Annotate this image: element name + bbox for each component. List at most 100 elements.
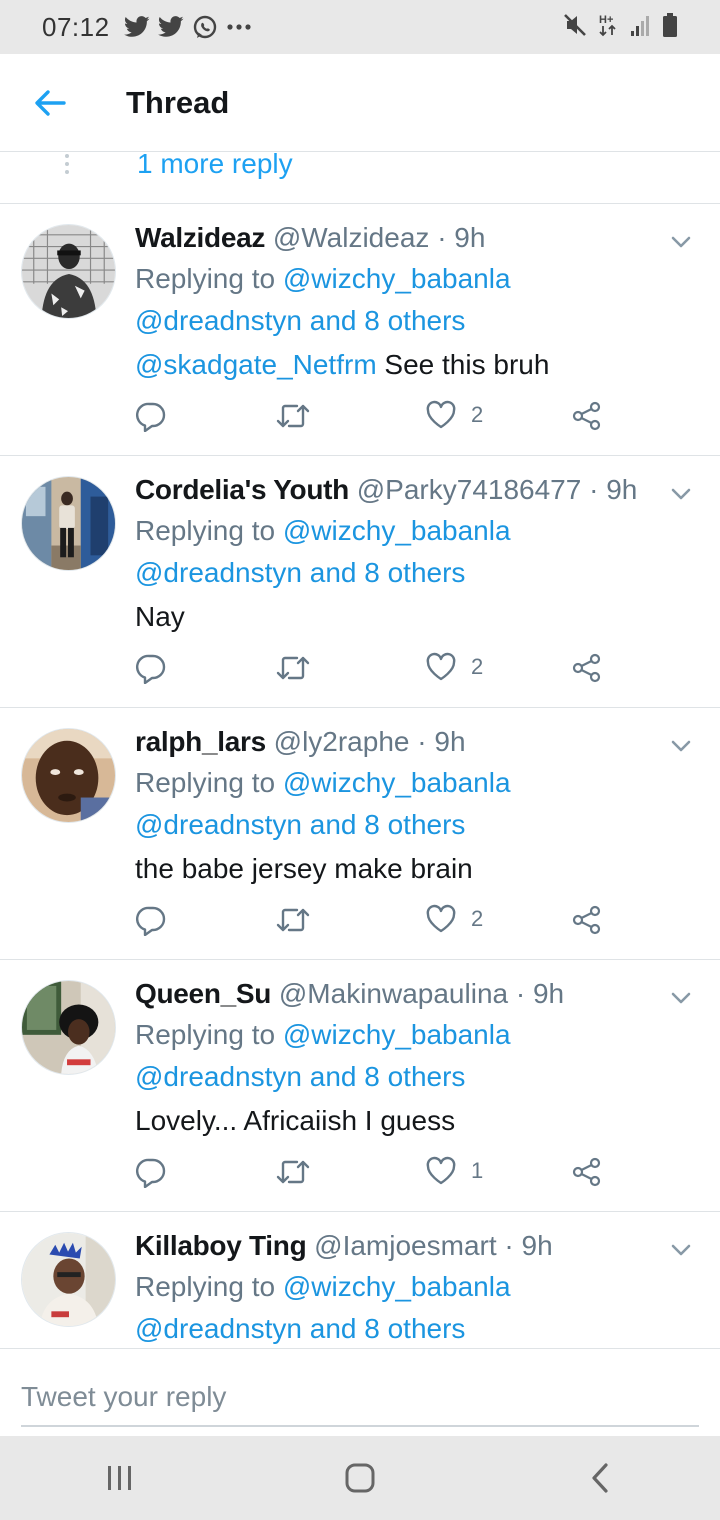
page-title: Thread [126,84,230,120]
thread-list[interactable]: 1 more reply Walzideaz @Walzideaz · 9h R… [0,152,720,1348]
reply-button[interactable] [135,400,167,432]
retweet-icon [276,1160,310,1184]
timestamp: 9h [606,474,638,505]
tweet-body: Cordelia's Youth @Parky74186477 · 9h Rep… [135,470,660,640]
heart-icon [426,904,456,933]
like-count: 2 [471,654,484,679]
mention-link[interactable]: @skadgate_Netfrm [135,349,377,380]
share-button[interactable] [571,1156,603,1188]
tweet-text: @skadgate_Netfrm See this bruh [135,342,660,388]
like-button[interactable]: 2 [425,652,483,682]
replying-to-label: Replying to [135,263,276,294]
separator: · [589,474,599,505]
back-icon [592,1463,608,1493]
twitter-icon [157,16,184,38]
retweet-button[interactable] [275,400,311,432]
tweet-body: ralph_lars @ly2raphe · 9h Replying to @w… [135,722,660,892]
share-button[interactable] [571,904,603,936]
author-name[interactable]: Cordelia's Youth [135,474,349,505]
tweet-actions: 2 [135,652,615,696]
like-count: 2 [471,402,484,427]
like-button[interactable]: 1 [425,1156,483,1186]
home-button[interactable] [300,1436,420,1520]
share-button[interactable] [571,652,603,684]
data-h-plus-icon: H+ [598,12,620,43]
replying-to-label: Replying to [135,1271,276,1302]
chevron-down-icon[interactable] [668,484,694,504]
mention-link[interactable]: @wizchy_babanla [283,1271,511,1302]
reply-input[interactable] [21,1369,699,1427]
chevron-down-icon[interactable] [668,736,694,756]
avatar[interactable] [21,1232,116,1327]
author-handle[interactable]: @Makinwapaulina [279,978,508,1009]
reply-button[interactable] [135,904,167,936]
recent-apps-button[interactable] [60,1436,180,1520]
retweet-icon [276,908,310,932]
author-name[interactable]: ralph_lars [135,726,266,757]
back-button[interactable] [0,54,100,152]
separator: · [504,1230,514,1261]
replying-to-others-link[interactable]: @dreadnstyn and 8 others [135,1308,660,1348]
tweet-text: Nay [135,594,660,640]
author-handle[interactable]: @ly2raphe [274,726,410,757]
retweet-button[interactable] [275,904,311,936]
mention-link[interactable]: @wizchy_babanla [283,515,511,546]
replying-to-others-link[interactable]: @dreadnstyn and 8 others [135,804,660,846]
separator: · [515,978,526,1009]
chevron-down-icon[interactable] [668,1240,694,1260]
battery-icon [662,12,678,43]
navigation-bar [0,1436,720,1520]
retweet-icon [276,404,310,428]
timestamp: 9h [521,1230,553,1261]
author-name[interactable]: Killaboy Ting [135,1230,307,1261]
reply-button[interactable] [135,1156,167,1188]
replying-to-others-link[interactable]: @dreadnstyn and 8 others [135,1056,660,1098]
avatar[interactable] [21,476,116,571]
author-handle[interactable]: @Parky74186477 [357,474,582,505]
replying-to: Replying to @wizchy_babanla [135,510,660,552]
like-button[interactable]: 2 [425,400,483,430]
reply-icon [136,654,166,684]
replying-to-others-link[interactable]: @dreadnstyn and 8 others [135,552,660,594]
share-button[interactable] [571,400,603,432]
tweet-body: Queen_Su @Makinwapaulina · 9h Replying t… [135,974,660,1144]
reply-button[interactable] [135,652,167,684]
author-name[interactable]: Walzideaz [135,222,265,253]
author-handle[interactable]: @Iamjoesmart [314,1230,496,1261]
tweet-text-content: Lovely... Africaiish I guess [135,1105,456,1136]
tweet[interactable]: Queen_Su @Makinwapaulina · 9h Replying t… [0,960,720,1212]
tweet[interactable]: Walzideaz @Walzideaz · 9h Replying to @w… [0,204,720,456]
author-handle[interactable]: @Walzideaz [273,222,430,253]
more-reply-row[interactable]: 1 more reply [0,152,720,204]
mention-link[interactable]: @wizchy_babanla [283,1019,511,1050]
signal-icon [630,13,652,42]
tweet-actions: 2 [135,400,615,444]
like-count: 1 [471,1158,484,1183]
avatar[interactable] [21,728,116,823]
system-back-button[interactable] [540,1436,660,1520]
more-dots-icon [226,23,252,31]
tweet[interactable]: Cordelia's Youth @Parky74186477 · 9h Rep… [0,456,720,708]
retweet-button[interactable] [275,652,311,684]
avatar[interactable] [21,980,116,1075]
separator: · [437,222,447,253]
timestamp: 9h [532,978,565,1009]
like-button[interactable]: 2 [425,904,483,934]
tweet[interactable]: ralph_lars @ly2raphe · 9h Replying to @w… [0,708,720,960]
retweet-button[interactable] [275,1156,311,1188]
recent-apps-icon [108,1466,131,1490]
mention-link[interactable]: @wizchy_babanla [283,767,511,798]
system-indicators: H+ [562,12,678,43]
tweet-header: Killaboy Ting @Iamjoesmart · 9h [135,1226,660,1266]
mention-link[interactable]: @wizchy_babanla [283,263,511,294]
more-reply-link[interactable]: 1 more reply [137,152,293,180]
tweet[interactable]: Killaboy Ting @Iamjoesmart · 9h Replying… [0,1212,720,1348]
avatar[interactable] [21,224,116,319]
author-name[interactable]: Queen_Su [135,978,271,1009]
chevron-down-icon[interactable] [668,232,694,252]
share-icon [572,1157,601,1187]
reply-bar [0,1348,720,1436]
chevron-down-icon[interactable] [668,988,694,1008]
replying-to-others-link[interactable]: @dreadnstyn and 8 others [135,300,660,342]
retweet-icon [276,656,310,680]
